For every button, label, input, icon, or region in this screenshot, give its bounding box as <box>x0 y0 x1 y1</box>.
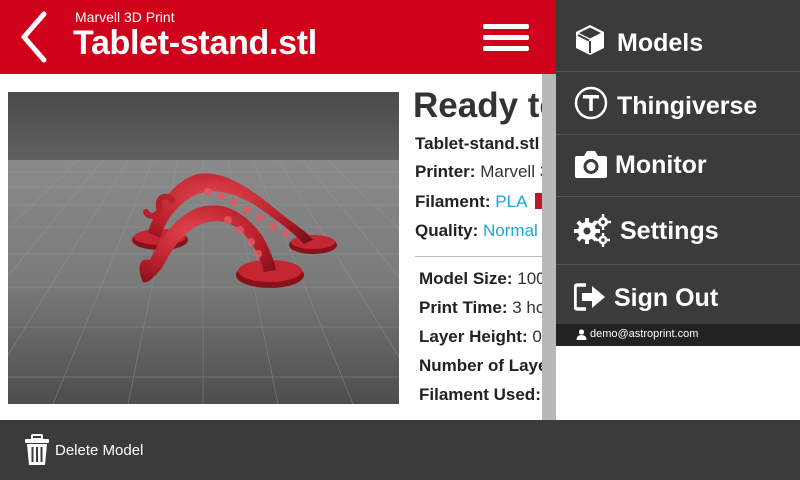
model-size-label: Model Size: <box>419 269 513 288</box>
print-time-value: 3 ho <box>512 298 546 317</box>
divider <box>415 256 555 257</box>
user-account: demo@astroprint.com <box>556 324 800 346</box>
menu-item-label: Settings <box>620 217 719 245</box>
model-size-row: Model Size: 100 <box>419 269 546 289</box>
menu-item-sign-out[interactable]: Sign Out <box>556 265 800 324</box>
menu-toggle-button[interactable] <box>480 22 532 54</box>
menu-item-label: Sign Out <box>614 284 719 312</box>
footer-bar: Delete Model <box>0 420 800 480</box>
menu-item-settings[interactable]: Settings <box>556 197 800 265</box>
print-time-row: Print Time: 3 ho <box>419 298 545 318</box>
cube-icon <box>576 25 604 55</box>
menu-item-thingiverse[interactable]: Thingiverse <box>556 72 800 135</box>
model-preview[interactable] <box>8 92 399 404</box>
filament-row: Filament: PLA <box>415 192 548 212</box>
sign-out-icon <box>574 283 605 311</box>
hamburger-line <box>483 24 529 29</box>
printer-name: Marvell 3D Print <box>75 9 175 25</box>
thingiverse-icon <box>574 86 608 120</box>
page-title: Tablet-stand.stl <box>73 24 317 62</box>
filament-used-label: Filament Used: <box>419 385 541 404</box>
user-email: demo@astroprint.com <box>590 328 699 340</box>
menu-item-label: Models <box>617 29 704 57</box>
printer-row: Printer: Marvell 3 <box>415 162 549 182</box>
delete-model-label: Delete Model <box>55 442 144 459</box>
gears-icon <box>574 214 611 247</box>
menu-item-monitor[interactable]: Monitor <box>556 135 800 197</box>
printer-label: Printer: <box>415 162 476 181</box>
layer-height-label: Layer Height: <box>419 327 528 346</box>
print-status-title: Ready to <box>413 86 561 125</box>
side-menu: Models Thingiverse Monitor Settings Sign… <box>556 0 800 346</box>
quality-label: Quality: <box>415 221 479 240</box>
filament-used-row: Filament Used: <box>419 385 541 405</box>
layers-row: Number of Laye <box>419 356 547 376</box>
quality-row: Quality: Normal <box>415 221 538 241</box>
print-time-label: Print Time: <box>419 298 508 317</box>
menu-overlay[interactable] <box>542 74 556 420</box>
app-root: Marvell 3D Print Tablet-stand.stl Ready … <box>0 0 800 480</box>
menu-item-label: Monitor <box>615 151 707 179</box>
back-arrow-icon[interactable] <box>14 8 54 66</box>
menu-item-label: Thingiverse <box>617 92 758 120</box>
layers-label: Number of Laye <box>419 356 548 375</box>
filament-label: Filament: <box>415 192 491 211</box>
file-name: Tablet-stand.stl <box>415 134 540 153</box>
user-icon <box>576 329 587 340</box>
camera-icon <box>575 151 607 178</box>
layer-height-row: Layer Height: 0. <box>419 327 547 347</box>
trash-icon <box>25 434 49 465</box>
hamburger-line <box>483 46 529 51</box>
hamburger-line <box>483 35 529 40</box>
filament-link[interactable]: PLA <box>495 192 527 211</box>
menu-item-models[interactable]: Models <box>556 0 800 72</box>
printer-value: Marvell 3 <box>480 162 550 181</box>
quality-link[interactable]: Normal <box>483 221 538 240</box>
